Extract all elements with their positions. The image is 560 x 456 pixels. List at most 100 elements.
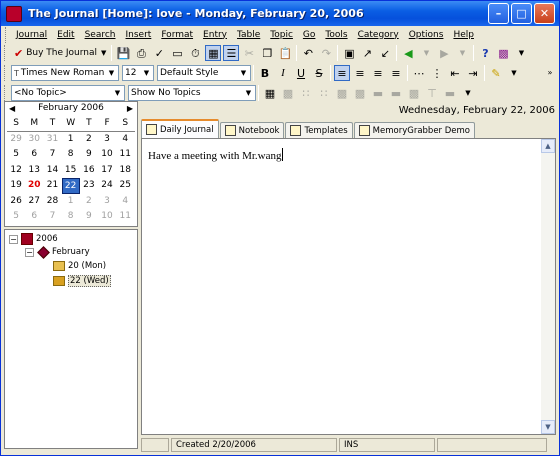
scroll-down-arrow-icon[interactable]: ▼: [541, 420, 555, 434]
bold-icon[interactable]: B: [257, 65, 273, 81]
calendar-day[interactable]: 2: [80, 132, 98, 148]
toolbar-grip[interactable]: [4, 45, 8, 61]
calendar-day[interactable]: 3: [98, 132, 116, 148]
menu-help[interactable]: Help: [449, 30, 480, 40]
calendar-day[interactable]: 8: [62, 147, 80, 163]
tree-view-icon[interactable]: ☰: [223, 45, 240, 61]
prev-month-arrow-icon[interactable]: ◀: [9, 104, 15, 113]
books-icon[interactable]: ▩: [495, 45, 511, 61]
table-tool-9-icon[interactable]: ⊤: [424, 85, 440, 101]
table-tool-7-icon[interactable]: ▬: [388, 85, 404, 101]
style-select[interactable]: Default Style ▼: [157, 65, 251, 81]
calendar-day[interactable]: 13: [25, 163, 43, 179]
calendar-day[interactable]: 28: [43, 194, 61, 210]
numbered-list-icon[interactable]: ⋮: [429, 65, 445, 81]
copy-icon[interactable]: ❐: [259, 45, 275, 61]
show-topics-select[interactable]: Show No Topics ▼: [128, 85, 256, 101]
tree-node-year[interactable]: − 2006: [9, 233, 58, 245]
table-tool-3-icon[interactable]: ∷: [316, 85, 332, 101]
table-tool-1-icon[interactable]: ▩: [280, 85, 296, 101]
calendar-day[interactable]: 5: [7, 147, 25, 163]
align-right-icon[interactable]: ≡: [370, 65, 386, 81]
calendar-day-selected[interactable]: 22: [61, 178, 80, 194]
calendar-day[interactable]: 9: [80, 209, 98, 225]
tab-templates[interactable]: Templates: [285, 122, 353, 138]
calendar-day[interactable]: 1: [62, 194, 80, 210]
calendar-day[interactable]: 6: [25, 147, 43, 163]
insert-picture-icon[interactable]: ▣: [341, 45, 357, 61]
underline-icon[interactable]: U: [293, 65, 309, 81]
menu-search[interactable]: Search: [81, 30, 122, 40]
timer-icon[interactable]: ⏱: [187, 45, 203, 61]
calendar-day[interactable]: 10: [98, 147, 116, 163]
menu-go[interactable]: Go: [299, 30, 321, 40]
highlight-dropdown-icon[interactable]: ▼: [506, 65, 522, 81]
cut-icon[interactable]: ✂: [241, 45, 257, 61]
calendar-day[interactable]: 11: [116, 209, 134, 225]
font-size-select[interactable]: 12 ▼: [122, 65, 154, 81]
bullet-list-icon[interactable]: ⋯: [411, 65, 427, 81]
calendar-day[interactable]: 17: [98, 163, 116, 179]
export-icon[interactable]: ↗: [359, 45, 375, 61]
help-icon[interactable]: ?: [477, 45, 493, 61]
collapse-icon[interactable]: −: [9, 234, 18, 244]
calendar-day[interactable]: 4: [116, 194, 134, 210]
calendar-day[interactable]: 10: [98, 209, 116, 225]
calendar-day[interactable]: 19: [7, 178, 25, 194]
tree-node-entry[interactable]: 20 (Mon): [53, 261, 106, 271]
topic-select[interactable]: <No Topic> ▼: [11, 85, 125, 101]
calendar-day[interactable]: 25: [116, 178, 134, 194]
table-tool-4-icon[interactable]: ▩: [334, 85, 350, 101]
calendar-day[interactable]: 2: [80, 194, 98, 210]
paste-icon[interactable]: 📋: [277, 45, 293, 61]
justify-icon[interactable]: ≡: [388, 65, 404, 81]
calendar-day[interactable]: 3: [98, 194, 116, 210]
calendar-day[interactable]: 11: [116, 147, 134, 163]
minimize-button[interactable]: –: [488, 3, 509, 24]
calendar-day[interactable]: 9: [80, 147, 98, 163]
toolbar-options-icon[interactable]: ▼: [513, 45, 529, 61]
entry-text-line[interactable]: Have a meeting with Mr.wang: [148, 148, 283, 162]
tab-notebook[interactable]: Notebook: [219, 122, 285, 138]
calendar-day[interactable]: 29: [7, 132, 25, 148]
maximize-button[interactable]: □: [511, 3, 532, 24]
spellcheck-icon[interactable]: ✓: [151, 45, 167, 61]
calendar-day[interactable]: 8: [62, 209, 80, 225]
table-tool-8-icon[interactable]: ▩: [406, 85, 422, 101]
calendar-day[interactable]: 15: [62, 163, 80, 179]
tree-node-month[interactable]: − February: [25, 245, 90, 259]
print-icon[interactable]: ⎙: [133, 45, 149, 61]
back-arrow-icon[interactable]: ◀: [400, 45, 416, 61]
calendar-day[interactable]: 31: [43, 132, 61, 148]
calendar-day[interactable]: 6: [25, 209, 43, 225]
calendar-day[interactable]: 21: [43, 178, 61, 194]
italic-icon[interactable]: I: [275, 65, 291, 81]
grid-view-icon[interactable]: ▦: [205, 45, 222, 61]
menu-grip[interactable]: [5, 26, 9, 43]
toolbar-overflow-icon[interactable]: »: [542, 65, 558, 81]
save-icon[interactable]: 💾: [115, 45, 131, 61]
scroll-up-arrow-icon[interactable]: ▲: [541, 139, 555, 153]
calendar-day[interactable]: 26: [7, 194, 25, 210]
menu-format[interactable]: Format: [157, 30, 199, 40]
menu-journal[interactable]: Journal: [12, 30, 53, 40]
strikethrough-icon[interactable]: S: [311, 65, 327, 81]
menu-insert[interactable]: Insert: [122, 30, 158, 40]
table-tool-10-icon[interactable]: ▬: [442, 85, 458, 101]
insert-table-icon[interactable]: ▦: [262, 85, 278, 101]
tree-node-entry-selected[interactable]: 22 (Wed): [53, 275, 111, 287]
table-tool-6-icon[interactable]: ▬: [370, 85, 386, 101]
close-button[interactable]: ✕: [534, 3, 555, 24]
calendar-day[interactable]: 23: [80, 178, 98, 194]
calendar-day[interactable]: 12: [7, 163, 25, 179]
increase-indent-icon[interactable]: ⇥: [465, 65, 481, 81]
calendar-day[interactable]: 16: [80, 163, 98, 179]
decrease-indent-icon[interactable]: ⇤: [447, 65, 463, 81]
calendar-day[interactable]: 4: [116, 132, 134, 148]
undo-icon[interactable]: ↶: [300, 45, 316, 61]
align-left-icon[interactable]: ≡: [334, 65, 350, 81]
align-center-icon[interactable]: ≡: [352, 65, 368, 81]
calendar-day[interactable]: 27: [25, 194, 43, 210]
next-month-arrow-icon[interactable]: ▶: [127, 104, 133, 113]
menu-entry[interactable]: Entry: [199, 30, 233, 40]
